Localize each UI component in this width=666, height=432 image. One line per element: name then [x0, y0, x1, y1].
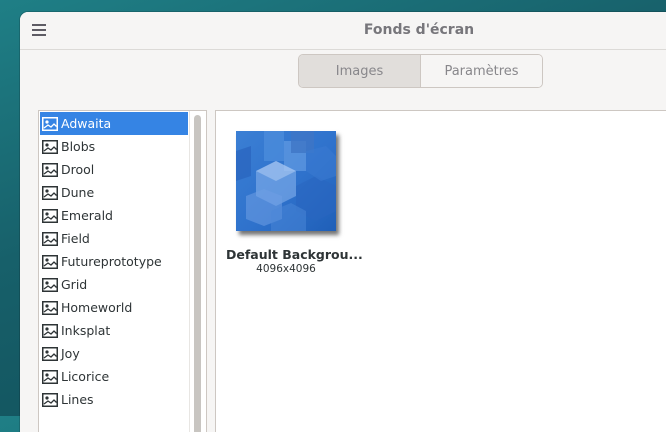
sidebar: Adwaita Blobs Drool Dune Emerald Field Futurep…	[38, 110, 207, 432]
image-icon	[42, 277, 58, 292]
image-icon	[42, 162, 58, 177]
wallpaper-grid: Default Backgrou... 4096x4096	[215, 110, 666, 432]
sidebar-item-drool[interactable]: Drool	[40, 158, 188, 181]
sidebar-scrollbar[interactable]	[189, 111, 206, 432]
sidebar-item-dune[interactable]: Dune	[40, 181, 188, 204]
sidebar-item-homeworld[interactable]: Homeworld	[40, 296, 188, 319]
image-icon	[42, 116, 58, 131]
sidebar-item-adwaita[interactable]: Adwaita	[40, 112, 188, 135]
scrollbar-thumb[interactable]	[194, 115, 201, 432]
image-icon	[42, 369, 58, 384]
sidebar-item-grid[interactable]: Grid	[40, 273, 188, 296]
image-icon	[42, 323, 58, 338]
sidebar-item-label: Licorice	[61, 369, 110, 384]
sidebar-item-field[interactable]: Field	[40, 227, 188, 250]
wallpaper-thumbnail[interactable]	[236, 131, 336, 231]
image-icon	[42, 300, 58, 315]
sidebar-item-lines[interactable]: Lines	[40, 388, 188, 411]
sidebar-item-label: Adwaita	[61, 116, 112, 131]
sidebar-item-label: Grid	[61, 277, 88, 292]
tab-parametres[interactable]: Paramètres	[421, 55, 542, 87]
sidebar-item-futureprototype[interactable]: Futureprototype	[40, 250, 188, 273]
sidebar-item-label: Joy	[61, 346, 80, 361]
wallpaper-list: Adwaita Blobs Drool Dune Emerald Field Futurep…	[40, 112, 188, 411]
sidebar-item-label: Blobs	[61, 139, 96, 154]
sidebar-item-emerald[interactable]: Emerald	[40, 204, 188, 227]
sidebar-item-blobs[interactable]: Blobs	[40, 135, 188, 158]
wallpaper-name: Default Backgrou...	[226, 247, 363, 262]
sidebar-item-label: Inksplat	[61, 323, 111, 338]
image-icon	[42, 185, 58, 200]
sidebar-item-label: Emerald	[61, 208, 113, 223]
sidebar-item-inksplat[interactable]: Inksplat	[40, 319, 188, 342]
wallpaper-size: 4096x4096	[256, 263, 316, 275]
sidebar-item-label: Lines	[61, 392, 94, 407]
header-bar: Fonds d'écran	[20, 12, 666, 50]
image-icon	[42, 254, 58, 269]
sidebar-item-licorice[interactable]: Licorice	[40, 365, 188, 388]
sidebar-item-joy[interactable]: Joy	[40, 342, 188, 365]
sidebar-item-label: Drool	[61, 162, 95, 177]
image-icon	[42, 208, 58, 223]
sidebar-item-label: Futureprototype	[61, 254, 162, 269]
sidebar-item-label: Field	[61, 231, 90, 246]
window-title: Fonds d'écran	[363, 22, 475, 38]
image-icon	[42, 392, 58, 407]
image-icon	[42, 346, 58, 361]
sidebar-item-label: Dune	[61, 185, 95, 200]
image-icon	[42, 139, 58, 154]
wallpaper-window: Fonds d'écran Images Paramètres Adwaita B…	[20, 12, 666, 432]
sidebar-item-label: Homeworld	[61, 300, 133, 315]
tab-images[interactable]: Images	[299, 55, 421, 87]
view-switcher: Images Paramètres	[298, 54, 543, 88]
image-icon	[42, 231, 58, 246]
